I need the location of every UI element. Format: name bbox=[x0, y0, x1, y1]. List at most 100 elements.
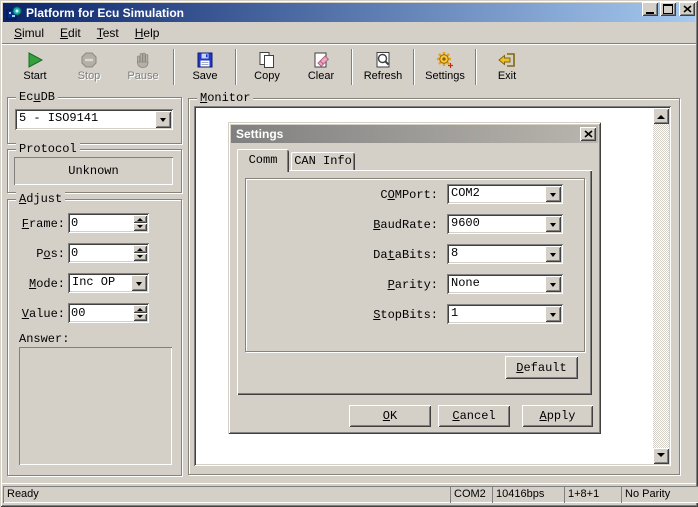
comport-combobox[interactable]: COM2 bbox=[447, 184, 563, 204]
frame-spin-buttons bbox=[133, 215, 147, 231]
tab-comm[interactable]: Comm bbox=[237, 149, 289, 172]
stopbits-value: 1 bbox=[451, 306, 543, 322]
toolbar-separator bbox=[413, 49, 415, 85]
settings-button[interactable]: Settings bbox=[418, 47, 472, 87]
refresh-button[interactable]: Refresh bbox=[356, 47, 410, 87]
menu-help[interactable]: Help bbox=[127, 24, 168, 42]
stopbits-combobox[interactable]: 1 bbox=[447, 304, 563, 324]
dialog-title: Settings bbox=[236, 127, 283, 141]
scroll-up-icon bbox=[657, 111, 665, 119]
frame-spinner[interactable] bbox=[68, 213, 149, 233]
stopbits-dropdown-button[interactable] bbox=[545, 306, 561, 322]
value-label: Value: bbox=[11, 307, 65, 321]
frame-input[interactable] bbox=[71, 216, 126, 230]
spin-up-button[interactable] bbox=[133, 305, 147, 313]
scroll-down-button[interactable] bbox=[653, 448, 669, 464]
protocol-group-label: Protocol bbox=[16, 142, 80, 156]
parity-dropdown-button[interactable] bbox=[545, 276, 561, 292]
cancel-button[interactable]: Cancel bbox=[438, 405, 510, 427]
adjust-group-label: Adjust bbox=[16, 192, 65, 206]
chevron-down-icon bbox=[550, 223, 556, 230]
scroll-down-icon bbox=[657, 453, 665, 461]
spin-down-button[interactable] bbox=[133, 253, 147, 261]
tab-can-info[interactable]: CAN Info bbox=[291, 152, 355, 170]
magnifier-page-icon bbox=[372, 50, 394, 70]
answer-listbox[interactable] bbox=[19, 347, 172, 465]
comport-dropdown-button[interactable] bbox=[545, 186, 561, 202]
baudrate-label: BaudRate: bbox=[248, 218, 438, 232]
copy-button[interactable]: Copy bbox=[240, 47, 294, 87]
comport-value: COM2 bbox=[451, 186, 543, 202]
eraser-page-icon bbox=[310, 50, 332, 70]
chevron-down-icon bbox=[160, 118, 166, 125]
ecudb-combobox[interactable]: 5 - ISO9141 bbox=[15, 109, 173, 130]
comport-label: COMPort: bbox=[248, 188, 438, 202]
chevron-down-icon bbox=[550, 283, 556, 290]
exit-button[interactable]: Exit bbox=[480, 47, 534, 87]
baudrate-dropdown-button[interactable] bbox=[545, 216, 561, 232]
mode-value: Inc OP bbox=[72, 275, 129, 291]
minimize-button[interactable] bbox=[642, 2, 658, 16]
parity-label: Parity: bbox=[248, 278, 438, 292]
menu-bar: Simul Edit Test Help bbox=[2, 23, 696, 42]
title-bar: Platform for Ecu Simulation bbox=[3, 3, 695, 22]
menu-test[interactable]: Test bbox=[89, 24, 127, 42]
stop-button: Stop bbox=[62, 47, 116, 87]
databits-dropdown-button[interactable] bbox=[545, 246, 561, 262]
baudrate-combobox[interactable]: 9600 bbox=[447, 214, 563, 234]
toolbar-separator bbox=[475, 49, 477, 85]
comm-settings-frame bbox=[245, 178, 585, 352]
value-input[interactable] bbox=[71, 306, 126, 320]
scrollbar-track[interactable] bbox=[653, 124, 669, 448]
chevron-down-icon bbox=[550, 253, 556, 260]
stop-sign-icon bbox=[78, 50, 100, 70]
close-button[interactable] bbox=[679, 2, 695, 16]
scroll-up-button[interactable] bbox=[653, 108, 669, 124]
ecudb-dropdown-button[interactable] bbox=[155, 111, 171, 128]
spin-down-icon bbox=[137, 225, 143, 231]
parity-combobox[interactable]: None bbox=[447, 274, 563, 294]
databits-value: 8 bbox=[451, 246, 543, 262]
chevron-down-icon bbox=[136, 282, 142, 289]
gear-icon bbox=[434, 50, 456, 70]
databits-combobox[interactable]: 8 bbox=[447, 244, 563, 264]
mode-combobox[interactable]: Inc OP bbox=[68, 273, 149, 293]
ecudb-group-label: EcuDB bbox=[16, 90, 58, 104]
spin-down-button[interactable] bbox=[133, 223, 147, 231]
dialog-close-button[interactable] bbox=[580, 127, 596, 141]
toolbar-separator bbox=[173, 49, 175, 85]
status-ready: Ready bbox=[3, 486, 451, 503]
spin-down-button[interactable] bbox=[133, 313, 147, 321]
spin-up-button[interactable] bbox=[133, 215, 147, 223]
ecudb-value: 5 - ISO9141 bbox=[19, 111, 153, 128]
app-window: Platform for Ecu Simulation Simul Edit T… bbox=[0, 0, 698, 507]
answer-label: Answer: bbox=[19, 332, 69, 346]
clear-button[interactable]: Clear bbox=[294, 47, 348, 87]
baudrate-value: 9600 bbox=[451, 216, 543, 232]
ok-button[interactable]: OK bbox=[349, 405, 431, 427]
apply-button[interactable]: Apply bbox=[522, 405, 593, 427]
menu-simul[interactable]: Simul bbox=[6, 24, 52, 42]
minimize-icon bbox=[646, 12, 654, 14]
pos-spinner[interactable] bbox=[68, 243, 149, 263]
save-button[interactable]: Save bbox=[178, 47, 232, 87]
start-button[interactable]: Start bbox=[8, 47, 62, 87]
protocol-panel: Unknown bbox=[14, 157, 173, 185]
parity-value: None bbox=[451, 276, 543, 292]
value-spinner[interactable] bbox=[68, 303, 149, 323]
status-com-port: COM2 bbox=[450, 486, 493, 503]
mode-dropdown-button[interactable] bbox=[131, 275, 147, 291]
settings-dialog: Settings Comm CAN Info COMPort: COM2 Bau… bbox=[228, 122, 601, 434]
default-button[interactable]: Default bbox=[505, 356, 578, 379]
toolbar: Start Stop bbox=[2, 43, 696, 89]
spin-down-icon bbox=[137, 315, 143, 321]
toolbar-separator bbox=[351, 49, 353, 85]
menu-edit[interactable]: Edit bbox=[52, 24, 89, 42]
pos-input[interactable] bbox=[71, 246, 126, 260]
exit-door-arrow-icon bbox=[496, 50, 518, 70]
spin-up-button[interactable] bbox=[133, 245, 147, 253]
pos-spin-buttons bbox=[133, 245, 147, 261]
maximize-button[interactable] bbox=[660, 2, 676, 16]
app-icon[interactable] bbox=[6, 5, 22, 21]
chevron-down-icon bbox=[550, 313, 556, 320]
